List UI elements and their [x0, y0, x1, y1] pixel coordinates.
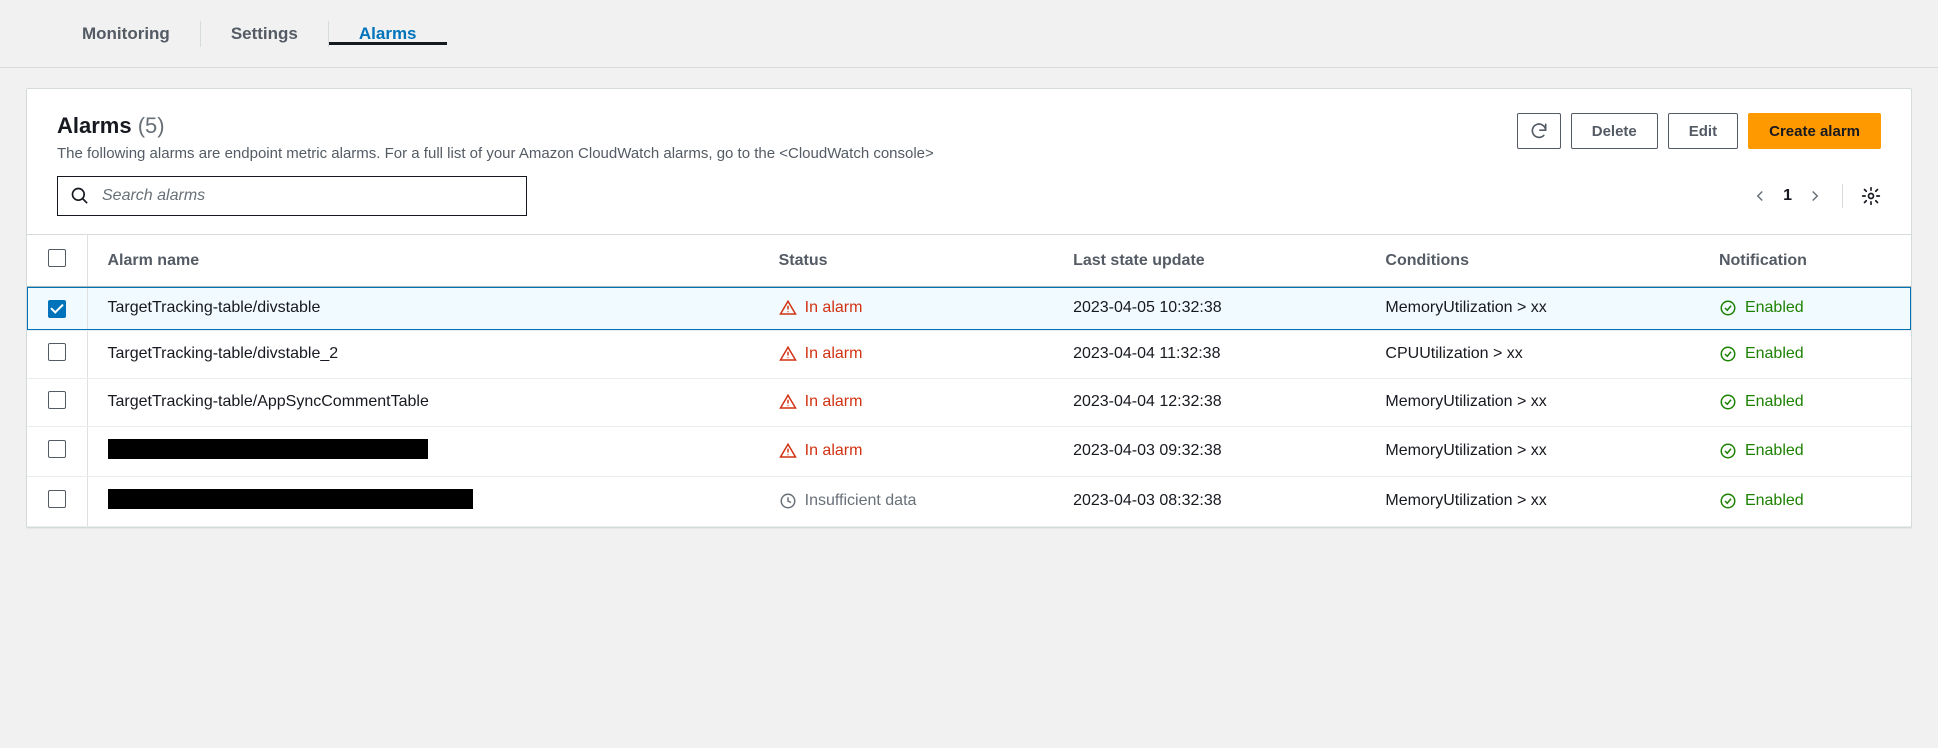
tab-monitoring[interactable]: Monitoring	[52, 24, 200, 44]
status-badge: In alarm	[779, 442, 1033, 460]
table-row[interactable]: Insufficient data 2023-04-03 08:32:38Memo…	[27, 476, 1911, 526]
tab-bar: Monitoring Settings Alarms	[0, 0, 1938, 68]
edit-button[interactable]: Edit	[1668, 113, 1738, 149]
status-text: Insufficient data	[805, 492, 917, 510]
alarm-name-cell[interactable]	[87, 426, 759, 476]
status-badge: In alarm	[779, 345, 1033, 363]
cloudwatch-console-link[interactable]: <CloudWatch console>	[779, 145, 934, 162]
row-checkbox[interactable]	[48, 300, 66, 318]
table-header-row: Alarm name Status Last state update Cond…	[27, 235, 1911, 287]
warning-icon	[779, 442, 797, 460]
last-state-update-cell: 2023-04-04 12:32:38	[1053, 378, 1365, 426]
check-circle-icon	[1719, 492, 1737, 510]
pager-page-number: 1	[1783, 187, 1792, 205]
conditions-cell: MemoryUtilization > xx	[1365, 426, 1699, 476]
notification-text: Enabled	[1745, 492, 1804, 510]
refresh-button[interactable]	[1517, 113, 1561, 149]
select-all-checkbox[interactable]	[48, 249, 66, 267]
status-text: In alarm	[805, 345, 863, 363]
last-state-update-cell: 2023-04-03 09:32:38	[1053, 426, 1365, 476]
warning-icon	[779, 393, 797, 411]
check-circle-icon	[1719, 393, 1737, 411]
panel-description-text: The following alarms are endpoint metric…	[57, 145, 779, 162]
panel-description: The following alarms are endpoint metric…	[57, 145, 934, 162]
warning-icon	[779, 299, 797, 317]
col-last-state-update[interactable]: Last state update	[1053, 235, 1365, 287]
panel-actions: Delete Edit Create alarm	[1517, 113, 1881, 149]
settings-button[interactable]	[1861, 186, 1881, 206]
status-text: In alarm	[805, 442, 863, 460]
warning-icon	[779, 345, 797, 363]
alarm-name-cell[interactable]: TargetTracking-table/divstable_2	[87, 330, 759, 378]
status-badge: In alarm	[779, 299, 1033, 317]
search-icon	[70, 186, 90, 206]
col-alarm-name[interactable]: Alarm name	[87, 235, 759, 287]
notification-text: Enabled	[1745, 345, 1804, 363]
check-circle-icon	[1719, 299, 1737, 317]
delete-button[interactable]: Delete	[1571, 113, 1658, 149]
panel-title: Alarms (5)	[57, 113, 934, 139]
status-badge: In alarm	[779, 393, 1033, 411]
notification-text: Enabled	[1745, 442, 1804, 460]
check-circle-icon	[1719, 345, 1737, 363]
conditions-cell: MemoryUtilization > xx	[1365, 287, 1699, 331]
status-badge: Insufficient data	[779, 492, 1033, 510]
row-checkbox[interactable]	[48, 343, 66, 361]
alarms-panel: Alarms (5) The following alarms are endp…	[26, 88, 1912, 528]
table-row[interactable]: TargetTracking-table/AppSyncCommentTable…	[27, 378, 1911, 426]
create-alarm-button[interactable]: Create alarm	[1748, 113, 1881, 149]
refresh-icon	[1529, 121, 1549, 141]
notification-badge: Enabled	[1719, 393, 1891, 411]
alarm-name-cell[interactable]	[87, 476, 759, 526]
table-row[interactable]: TargetTracking-table/divstable_2 In alarm…	[27, 330, 1911, 378]
chevron-left-icon	[1751, 187, 1769, 205]
clock-icon	[779, 492, 797, 510]
last-state-update-cell: 2023-04-03 08:32:38	[1053, 476, 1365, 526]
tab-alarms[interactable]: Alarms	[329, 24, 447, 44]
conditions-cell: CPUUtilization > xx	[1365, 330, 1699, 378]
table-row[interactable]: TargetTracking-table/divstable In alarm 20…	[27, 287, 1911, 331]
table-row[interactable]: In alarm 2023-04-03 09:32:38MemoryUtiliza…	[27, 426, 1911, 476]
col-status[interactable]: Status	[759, 235, 1053, 287]
notification-badge: Enabled	[1719, 492, 1891, 510]
redacted-text	[108, 489, 473, 509]
search-container	[57, 176, 527, 216]
check-circle-icon	[1719, 442, 1737, 460]
notification-text: Enabled	[1745, 393, 1804, 411]
last-state-update-cell: 2023-04-04 11:32:38	[1053, 330, 1365, 378]
pager-prev-button[interactable]	[1751, 187, 1769, 205]
toolbar-separator	[1842, 184, 1843, 208]
select-all-header	[27, 235, 87, 287]
pager: 1	[1751, 187, 1824, 205]
row-checkbox[interactable]	[48, 391, 66, 409]
row-checkbox[interactable]	[48, 490, 66, 508]
alarm-name-cell[interactable]: TargetTracking-table/divstable	[87, 287, 759, 331]
notification-badge: Enabled	[1719, 345, 1891, 363]
alarms-table: Alarm name Status Last state update Cond…	[27, 234, 1911, 527]
col-notification[interactable]: Notification	[1699, 235, 1911, 287]
notification-text: Enabled	[1745, 299, 1804, 317]
status-text: In alarm	[805, 299, 863, 317]
alarms-count: (5)	[138, 113, 165, 138]
pager-next-button[interactable]	[1806, 187, 1824, 205]
notification-badge: Enabled	[1719, 442, 1891, 460]
conditions-cell: MemoryUtilization > xx	[1365, 378, 1699, 426]
tab-settings[interactable]: Settings	[201, 24, 328, 44]
status-text: In alarm	[805, 393, 863, 411]
row-checkbox[interactable]	[48, 440, 66, 458]
gear-icon	[1861, 186, 1881, 206]
chevron-right-icon	[1806, 187, 1824, 205]
conditions-cell: MemoryUtilization > xx	[1365, 476, 1699, 526]
last-state-update-cell: 2023-04-05 10:32:38	[1053, 287, 1365, 331]
col-conditions[interactable]: Conditions	[1365, 235, 1699, 287]
panel-title-text: Alarms	[57, 113, 132, 138]
redacted-text	[108, 439, 428, 459]
search-input[interactable]	[100, 186, 514, 206]
alarm-name-cell[interactable]: TargetTracking-table/AppSyncCommentTable	[87, 378, 759, 426]
notification-badge: Enabled	[1719, 299, 1891, 317]
